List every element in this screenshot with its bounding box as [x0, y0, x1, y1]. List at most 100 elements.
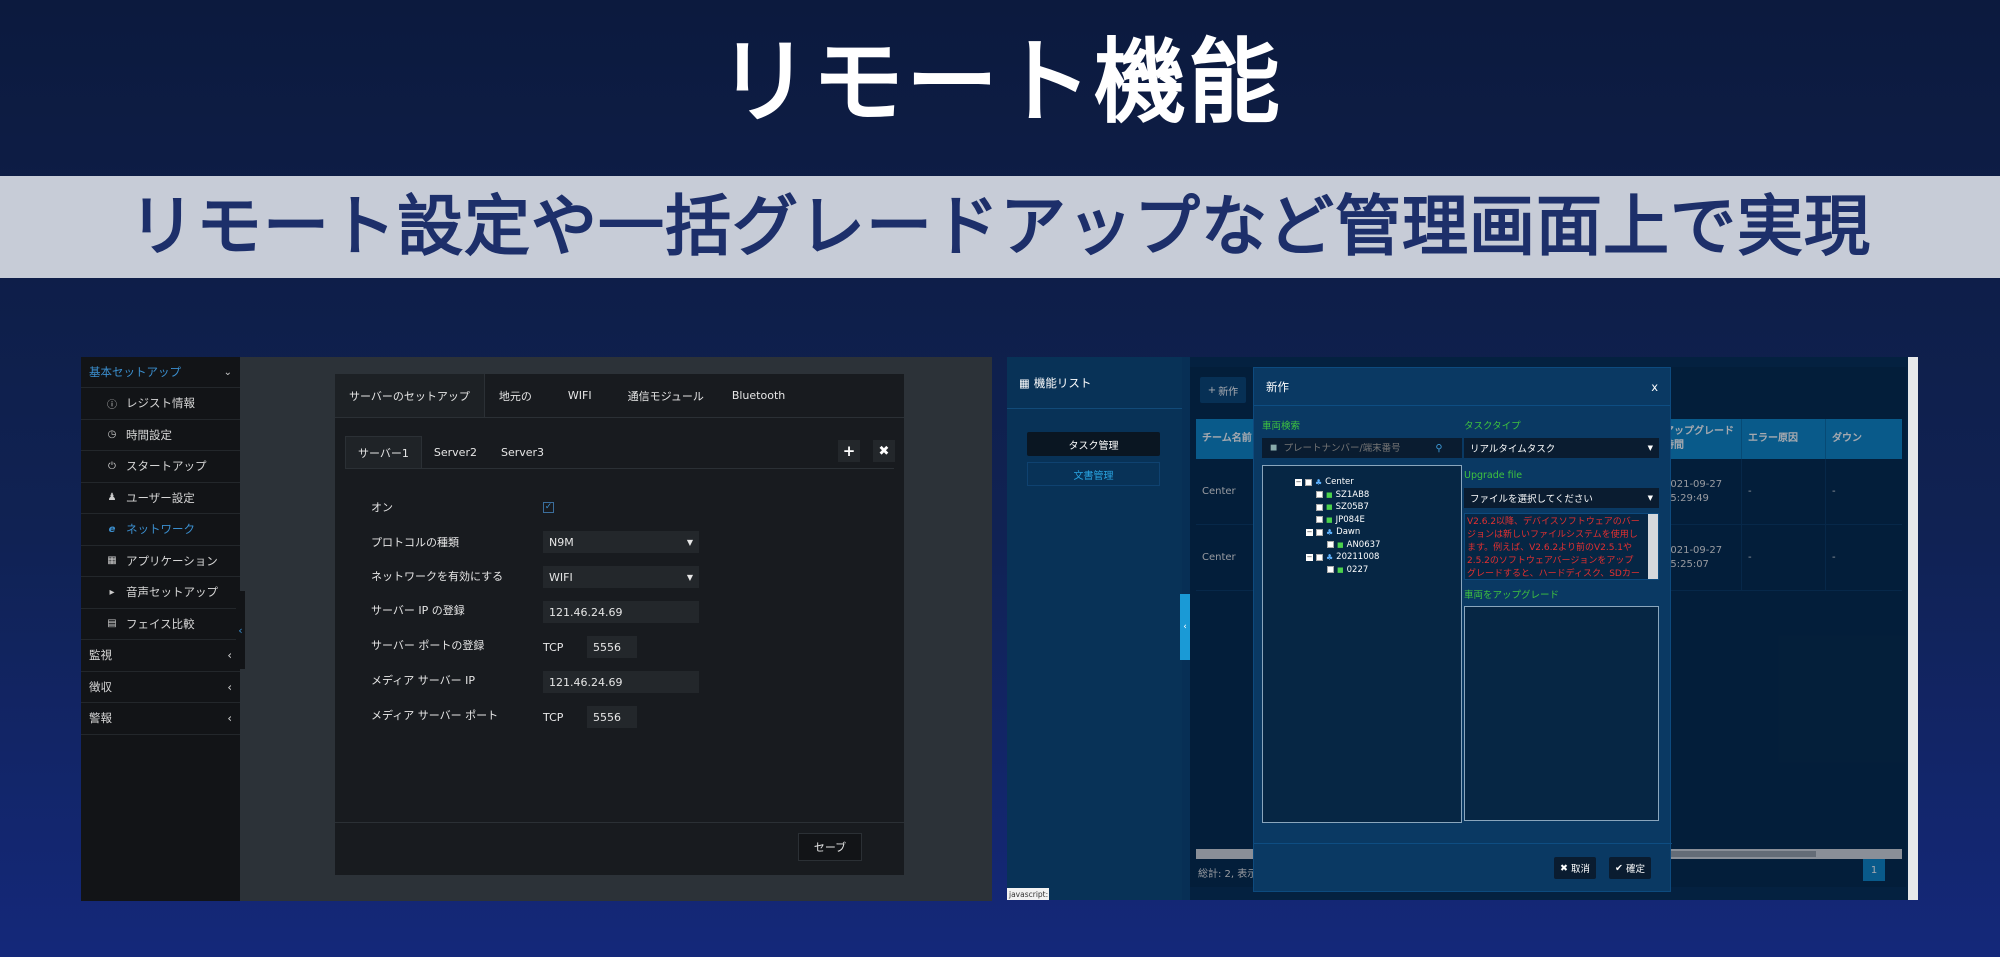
- media-ip-input[interactable]: 121.46.24.69: [543, 671, 699, 693]
- task-management-button[interactable]: タスク管理: [1027, 432, 1160, 456]
- tree-node[interactable]: ■ SZ05B7: [1295, 501, 1461, 514]
- vertical-scrollbar[interactable]: [1908, 357, 1918, 900]
- id-card-icon: ▤: [107, 618, 117, 630]
- sidebar-item-audio[interactable]: ▸ 音声セットアップ: [81, 577, 240, 609]
- checkmark-icon: ✓: [543, 501, 554, 513]
- task-type-label: タスクタイプ: [1464, 421, 1521, 432]
- add-icon[interactable]: +: [838, 440, 860, 462]
- tab-local[interactable]: 地元の: [485, 374, 546, 417]
- sidebar-header-label: 基本セットアップ: [89, 365, 181, 379]
- tree-node[interactable]: − ♣ Dawn: [1295, 526, 1461, 539]
- tree-node[interactable]: − ♣ 20211008: [1295, 551, 1461, 564]
- upgrade-file-select[interactable]: ファイルを選択してください ▼: [1464, 488, 1659, 508]
- modal-title: 新作: [1266, 379, 1289, 394]
- checkmark-icon: ✔: [1615, 862, 1623, 874]
- media-port-input[interactable]: 5556: [587, 706, 637, 728]
- sidebar-item-label: ネットワーク: [126, 522, 195, 537]
- sidebar-category-collection[interactable]: 徴収 ‹: [81, 672, 240, 703]
- sidebar-category-label: 警報: [89, 711, 112, 726]
- subtab-server2[interactable]: Server2: [422, 436, 489, 468]
- tree-checkbox[interactable]: [1316, 503, 1323, 511]
- tree-node[interactable]: ■ SZ1AB8: [1295, 489, 1461, 502]
- tree-checkbox[interactable]: [1305, 478, 1312, 486]
- megaphone-icon: ▸: [109, 586, 115, 598]
- info-icon: ⓘ: [107, 399, 117, 411]
- settings-sidebar: 基本セットアップ ⌄ ⓘ レジスト情報 ◷ 時間設定 ⏻ スタートアップ ♟ ユーザー設…: [81, 357, 240, 901]
- browser-status-bar: javascript:: [1007, 888, 1049, 900]
- server-ip-input[interactable]: 121.46.24.69: [543, 601, 699, 623]
- on-label: オン: [371, 501, 393, 514]
- tab-bluetooth[interactable]: Bluetooth: [718, 374, 799, 417]
- search-icon[interactable]: ⚲: [1435, 443, 1442, 454]
- tab-wifi[interactable]: WIFI: [546, 374, 614, 417]
- collapse-toggle-icon[interactable]: −: [1295, 478, 1302, 486]
- tree-node[interactable]: ■ 0227: [1295, 564, 1461, 577]
- subtab-server3[interactable]: Server3: [489, 436, 556, 468]
- sidebar-category-monitor[interactable]: 監視 ‹: [81, 640, 240, 672]
- panel-collapse-handle[interactable]: ‹: [1180, 594, 1190, 660]
- protocol-field-wrap: N9M ▼: [543, 531, 699, 553]
- media-ip-label: メディア サーバー IP: [371, 674, 475, 687]
- sidebar-item-startup[interactable]: ⏻ スタートアップ: [81, 451, 240, 483]
- sidebar-item-time[interactable]: ◷ 時間設定: [81, 420, 240, 451]
- save-button[interactable]: セーブ: [798, 833, 862, 861]
- car-icon: ■: [1326, 503, 1333, 512]
- sidebar-item-registration[interactable]: ⓘ レジスト情報: [81, 388, 240, 420]
- warning-scrollbar[interactable]: [1648, 514, 1658, 579]
- sidebar-item-user[interactable]: ♟ ユーザー設定: [81, 483, 240, 514]
- on-checkbox[interactable]: ✓: [543, 496, 554, 518]
- cancel-button[interactable]: ✖ 取消: [1554, 857, 1596, 879]
- media-port-protocol: TCP: [543, 710, 564, 724]
- server-ip-wrap: 121.46.24.69: [543, 601, 699, 623]
- tree-node-label: 0227: [1346, 564, 1369, 575]
- network-select[interactable]: WIFI ▼: [543, 566, 699, 588]
- collapse-toggle-icon[interactable]: −: [1306, 553, 1313, 561]
- tree-node[interactable]: − ♣ Center: [1295, 476, 1461, 489]
- sidebar-collapse-handle[interactable]: ‹: [236, 591, 245, 669]
- server-port-protocol: TCP: [543, 640, 564, 654]
- tree-checkbox[interactable]: [1316, 491, 1323, 499]
- close-icon[interactable]: ✖: [873, 440, 895, 462]
- sidebar-item-label: フェイス比較: [126, 616, 195, 631]
- tree-checkbox[interactable]: [1316, 553, 1323, 561]
- tree-checkbox[interactable]: [1327, 566, 1334, 574]
- upgrade-management-screenshot: ▦ 機能リスト タスク管理 文書管理 ‹ + 新作 チーム名前 アップグレード時間 …: [1007, 357, 1918, 900]
- chevron-left-icon: ‹: [227, 711, 232, 726]
- tree-checkbox[interactable]: [1316, 528, 1323, 536]
- tree-node-label: SZ1AB8: [1335, 489, 1370, 500]
- close-icon[interactable]: x: [1651, 380, 1658, 394]
- confirm-button[interactable]: ✔ 確定: [1609, 857, 1651, 879]
- sidebar-header-basic-setup[interactable]: 基本セットアップ ⌄: [81, 357, 240, 388]
- caret-down-icon: ▼: [686, 537, 693, 547]
- sidebar-item-application[interactable]: ▦ アプリケーション: [81, 546, 240, 577]
- tree-checkbox[interactable]: [1327, 541, 1334, 549]
- server-ip-label: サーバー IP の登録: [371, 604, 465, 617]
- tab-server-setup[interactable]: サーバーのセットアップ: [335, 374, 485, 417]
- org-icon: ♣: [1326, 552, 1334, 562]
- modal-header: 新作 x: [1254, 368, 1670, 406]
- vehicle-search-input[interactable]: [1283, 442, 1434, 454]
- protocol-value: N9M: [549, 535, 574, 549]
- car-icon: ■: [1337, 565, 1344, 574]
- car-icon: ■: [1326, 490, 1333, 499]
- subtab-server1[interactable]: サーバー1: [345, 436, 422, 468]
- server-port-input[interactable]: 5556: [587, 636, 637, 658]
- sidebar-item-face[interactable]: ▤ フェイス比較: [81, 609, 240, 640]
- chevron-left-icon: ‹: [227, 679, 232, 694]
- protocol-select[interactable]: N9M ▼: [543, 531, 699, 553]
- sidebar-item-network[interactable]: e ネットワーク: [81, 514, 240, 546]
- tree-checkbox[interactable]: [1316, 516, 1323, 524]
- tree-node[interactable]: ■ AN0637: [1295, 539, 1461, 552]
- org-icon: ♣: [1315, 477, 1323, 487]
- collapse-toggle-icon[interactable]: −: [1306, 528, 1313, 536]
- car-icon: ◼: [1270, 443, 1278, 453]
- document-management-link[interactable]: 文書管理: [1027, 462, 1160, 486]
- sidebar-category-label: 徴収: [89, 679, 112, 694]
- upgrade-vehicles-list[interactable]: [1464, 606, 1659, 821]
- vehicle-search-box: ◼ ⚲: [1262, 438, 1462, 458]
- tree-node[interactable]: ■ JP084E: [1295, 514, 1461, 527]
- sidebar-category-alarm[interactable]: 警報 ‹: [81, 703, 240, 735]
- function-list-title: ▦ 機能リスト: [1007, 357, 1182, 409]
- tab-comm-module[interactable]: 通信モジュール: [614, 374, 718, 417]
- task-type-select[interactable]: リアルタイムタスク ▼: [1464, 438, 1659, 458]
